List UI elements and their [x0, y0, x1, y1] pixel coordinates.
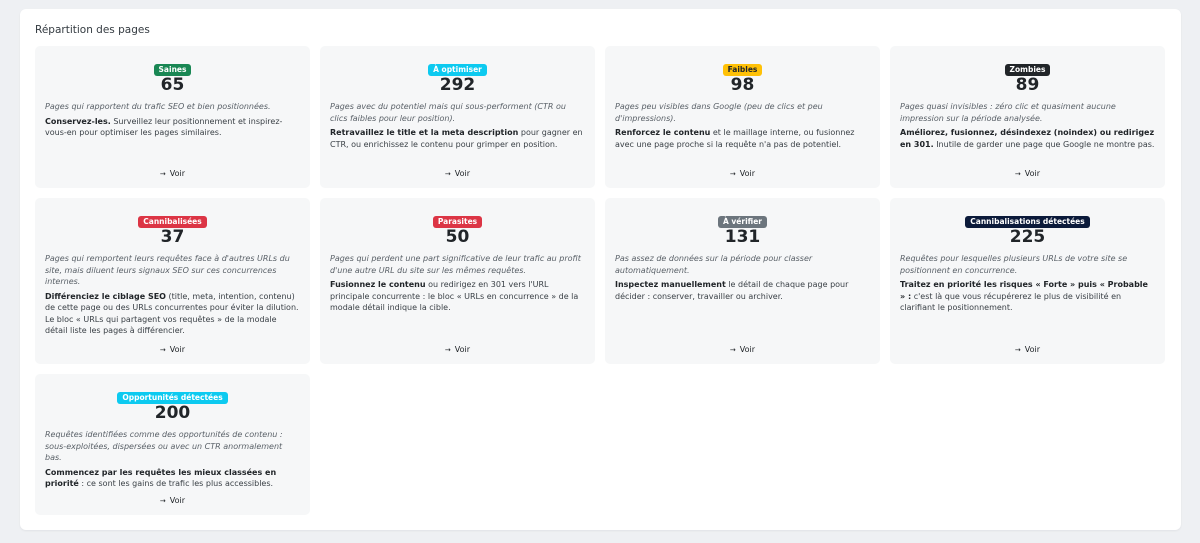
- page-count: 225: [1009, 227, 1046, 247]
- voir-button[interactable]: → Voir: [35, 169, 310, 178]
- card-advice: Commencez par les requêtes les mieux cla…: [45, 467, 277, 489]
- arrow-right-icon: →: [1014, 346, 1021, 354]
- card-a-optimiser: À optimiser 292 Pages avec du potentiel …: [320, 46, 595, 188]
- card-parasites: Parasites 50 Pages qui perdent une part …: [320, 198, 595, 364]
- card-advice: Inspectez manuellement le détail de chaq…: [615, 280, 849, 301]
- arrow-right-icon: →: [729, 170, 736, 178]
- card-advice: Différenciez le ciblage SEO (title, meta…: [45, 291, 299, 336]
- arrow-right-icon: →: [159, 170, 166, 178]
- voir-button[interactable]: → Voir: [320, 345, 595, 354]
- arrow-right-icon: →: [729, 346, 736, 354]
- card-zombies: Zombies 89 Pages quasi invisibles : zéro…: [890, 46, 1165, 188]
- voir-button[interactable]: → Voir: [605, 169, 880, 178]
- page-count: 50: [445, 227, 470, 247]
- voir-button[interactable]: → Voir: [890, 169, 1165, 178]
- category-grid: Saines 65 Pages qui rapportent du trafic…: [35, 46, 1165, 515]
- card-description: Pages qui remportent leurs requêtes face…: [45, 254, 290, 286]
- arrow-right-icon: →: [444, 346, 451, 354]
- card-advice: Renforcez le contenu et le maillage inte…: [615, 128, 855, 149]
- arrow-right-icon: →: [159, 346, 166, 354]
- page-count: 37: [160, 227, 185, 247]
- page-count: 292: [439, 75, 476, 95]
- voir-button[interactable]: → Voir: [320, 169, 595, 178]
- arrow-right-icon: →: [159, 497, 166, 505]
- card-cannibalisations-detectees: Cannibalisations détectées 225 Requêtes …: [890, 198, 1165, 364]
- card-a-verifier: À vérifier 131 Pas assez de données sur …: [605, 198, 880, 364]
- card-description: Requêtes pour lesquelles plusieurs URLs …: [900, 254, 1128, 275]
- page-count: 65: [160, 75, 185, 95]
- card-advice: Conservez-les. Surveillez leur positionn…: [45, 116, 283, 138]
- card-advice: Améliorez, fusionnez, désindexez (noinde…: [900, 128, 1155, 149]
- card-description: Requêtes identifiées comme des opportuni…: [45, 430, 283, 462]
- card-advice: Retravaillez le title et la meta descrip…: [330, 128, 583, 149]
- voir-button[interactable]: → Voir: [890, 345, 1165, 354]
- card-description: Pages peu visibles dans Google (peu de c…: [615, 102, 823, 123]
- panel-title: Répartition des pages: [35, 24, 150, 36]
- page-distribution-panel: Répartition des pages Saines 65 Pages qu…: [20, 9, 1181, 530]
- card-cannibalisees: Cannibalisées 37 Pages qui remportent le…: [35, 198, 310, 364]
- card-saines: Saines 65 Pages qui rapportent du trafic…: [35, 46, 310, 188]
- voir-button[interactable]: → Voir: [35, 345, 310, 354]
- card-faibles: Faibles 98 Pages peu visibles dans Googl…: [605, 46, 880, 188]
- card-description: Pas assez de données sur la période pour…: [615, 254, 813, 275]
- card-opportunites-detectees: Opportunités détectées 200 Requêtes iden…: [35, 374, 310, 515]
- arrow-right-icon: →: [1014, 170, 1021, 178]
- voir-button[interactable]: → Voir: [35, 496, 310, 505]
- card-description: Pages quasi invisibles : zéro clic et qu…: [900, 102, 1116, 123]
- page-count: 98: [730, 75, 755, 95]
- card-description: Pages avec du potentiel mais qui sous-pe…: [330, 102, 566, 123]
- card-description: Pages qui perdent une part significative…: [330, 254, 581, 275]
- page-count: 89: [1015, 75, 1040, 95]
- card-advice: Traitez en priorité les risques « Forte …: [900, 280, 1148, 312]
- arrow-right-icon: →: [444, 170, 451, 178]
- page-count: 131: [724, 227, 761, 247]
- page-count: 200: [154, 403, 191, 423]
- voir-button[interactable]: → Voir: [605, 345, 880, 354]
- card-advice: Fusionnez le contenu ou redirigez en 301…: [330, 280, 579, 312]
- card-description: Pages qui rapportent du trafic SEO et bi…: [45, 102, 271, 111]
